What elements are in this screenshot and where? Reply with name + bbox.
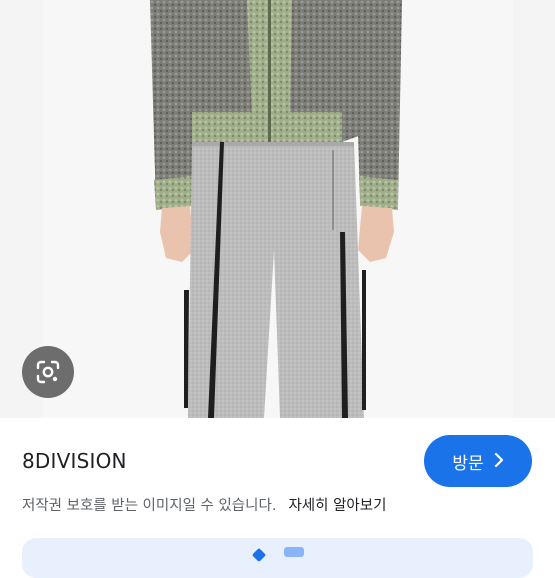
visual-search-button[interactable]: [22, 346, 74, 398]
source-site-name[interactable]: 8DIVISION: [22, 449, 127, 473]
chevron-right-icon: [494, 452, 504, 471]
copyright-notice: 저작권 보호를 받는 이미지일 수 있습니다. 자세히 알아보기: [22, 494, 386, 515]
copyright-notice-text: 저작권 보호를 받는 이미지일 수 있습니다.: [22, 498, 277, 514]
related-search-card[interactable]: [22, 538, 533, 578]
product-image[interactable]: [0, 0, 555, 418]
learn-more-link[interactable]: 자세히 알아보기: [288, 498, 386, 514]
model-wearing-knit-and-trousers-image: [150, 0, 402, 418]
google-lens-icon: [36, 360, 60, 384]
visit-button-label: 방문: [452, 453, 484, 474]
visit-button[interactable]: 방문: [424, 435, 532, 487]
product-image-frame: [42, 0, 513, 418]
card-label-partial: [284, 547, 304, 557]
diamond-icon: [251, 547, 267, 563]
